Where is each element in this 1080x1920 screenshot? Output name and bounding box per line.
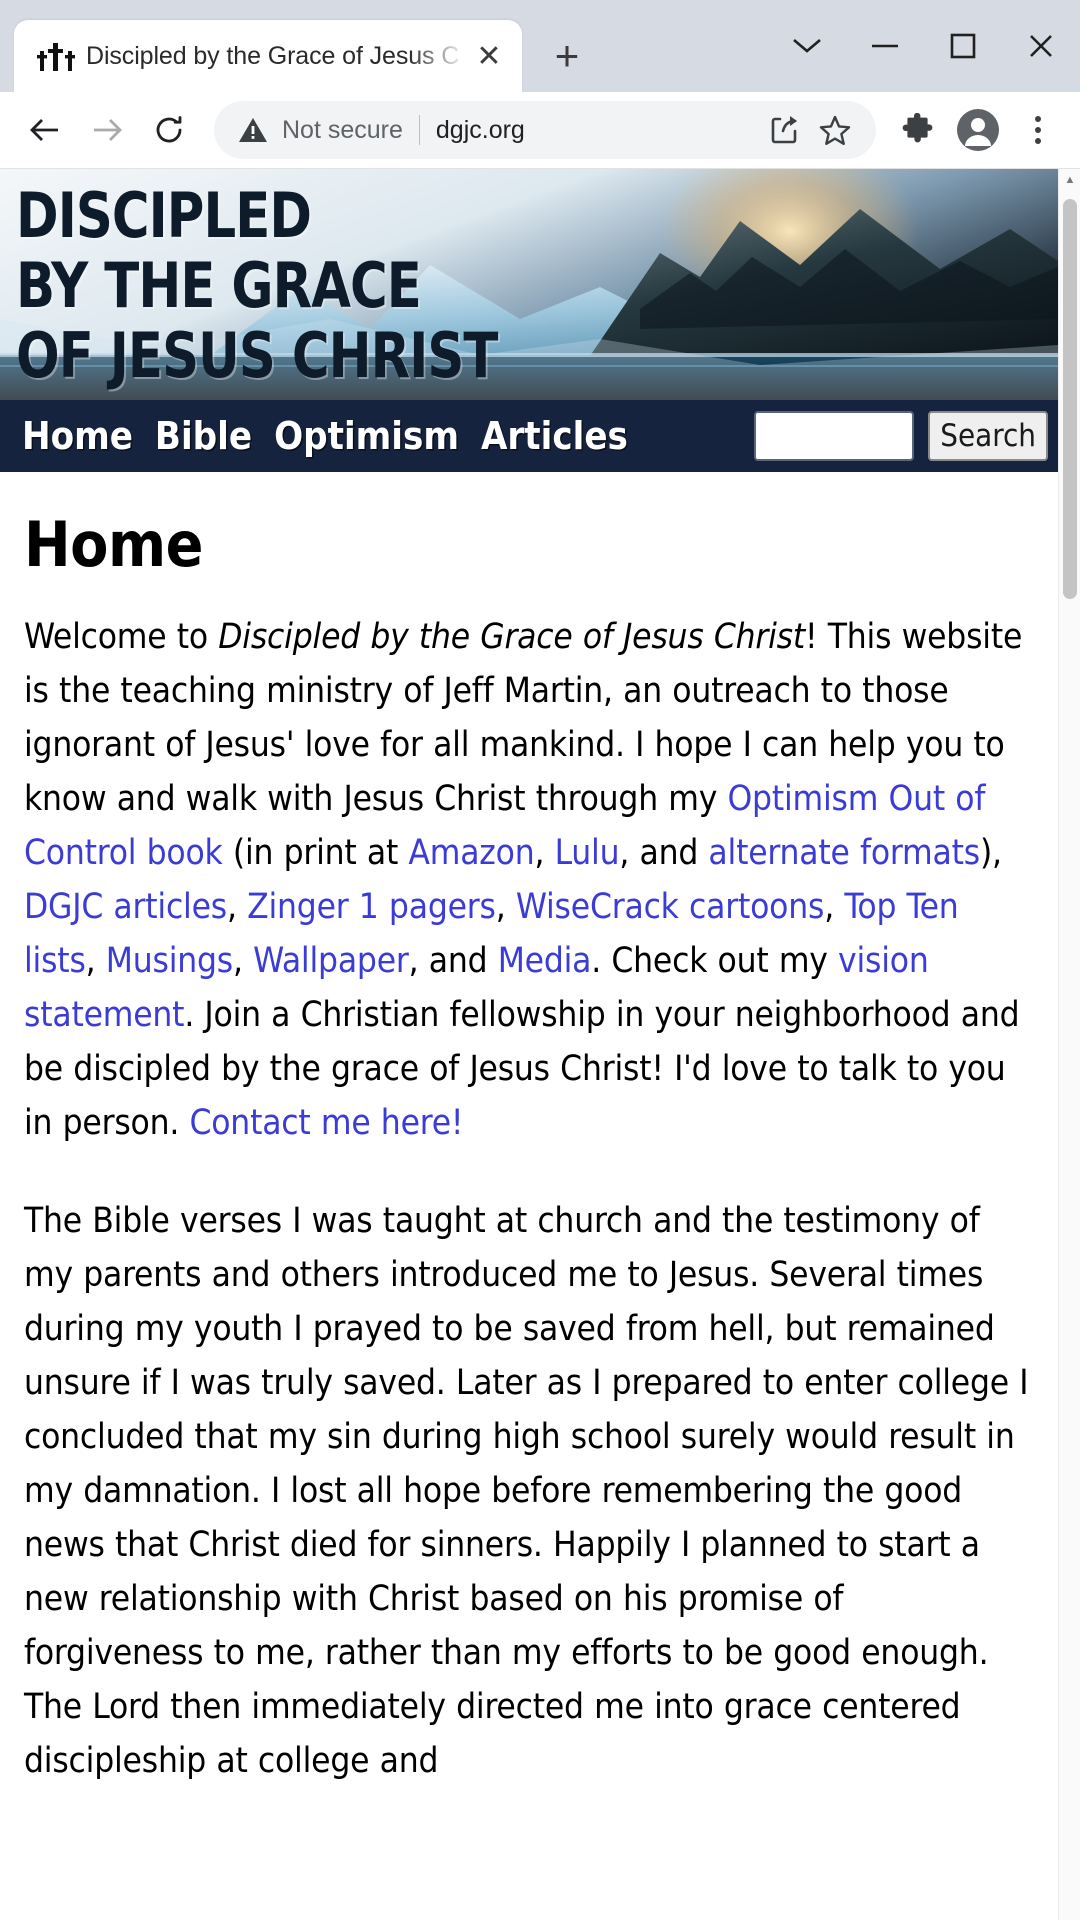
intro-text-10: ,	[85, 941, 106, 981]
intro-paragraph: Welcome to Discipled by the Grace of Jes…	[24, 610, 1032, 1150]
security-status-text: Not secure	[282, 115, 403, 144]
tab-strip: Discipled by the Grace of Jesus C ✕ +	[0, 0, 1080, 92]
link-alternate-formats[interactable]: alternate formats	[708, 833, 980, 873]
intro-text-4: ,	[534, 833, 555, 873]
minimize-icon[interactable]	[846, 0, 924, 92]
banner-line-2: BY THE GRACE	[16, 249, 422, 322]
scroll-up-arrow[interactable]: ▲	[1059, 169, 1080, 191]
chevron-down-icon[interactable]	[768, 0, 846, 92]
banner-line-1: DISCIPLED	[16, 179, 312, 252]
close-icon[interactable]: ✕	[466, 33, 512, 79]
page-viewport: DISCIPLED BY THE GRACE OF JESUS CHRIST H…	[0, 169, 1080, 1920]
intro-text-1: Welcome to	[24, 617, 219, 657]
window-controls	[768, 0, 1080, 92]
back-icon[interactable]	[14, 99, 76, 161]
intro-text-12: , and	[408, 941, 498, 981]
link-media[interactable]: Media	[498, 941, 592, 981]
address-bar[interactable]: Not secure dgjc.org	[214, 101, 876, 159]
intro-text-8: ,	[495, 887, 516, 927]
page-title: Home	[24, 508, 203, 581]
site-navigation: Home Bible Optimism Articles Search	[0, 400, 1058, 472]
intro-text-13: . Check out my	[591, 941, 839, 981]
intro-text-11: ,	[233, 941, 254, 981]
close-window-icon[interactable]	[1002, 0, 1080, 92]
not-secure-warning-icon	[238, 116, 268, 144]
three-crosses-favicon	[36, 36, 76, 76]
maximize-icon[interactable]	[924, 0, 1002, 92]
site-title-italic: Discipled by the Grace of Jesus Christ	[218, 617, 806, 657]
page-content: Home Welcome to Discipled by the Grace o…	[0, 472, 1058, 1788]
browser-window: Discipled by the Grace of Jesus C ✕ + No…	[0, 0, 1080, 1920]
nav-links: Home Bible Optimism Articles	[22, 414, 628, 458]
tab-title: Discipled by the Grace of Jesus C	[86, 41, 460, 70]
nav-item-bible[interactable]: Bible	[155, 414, 252, 458]
scrollbar-thumb[interactable]	[1063, 199, 1077, 599]
intro-text-9: ,	[824, 887, 845, 927]
intro-text-5: , and	[619, 833, 709, 873]
search-button[interactable]: Search	[928, 411, 1048, 461]
intro-text-3: (in print at	[222, 833, 409, 873]
puzzle-piece-icon[interactable]	[890, 102, 946, 158]
reload-icon[interactable]	[138, 99, 200, 161]
url-text[interactable]: dgjc.org	[436, 116, 760, 145]
link-wallpaper[interactable]: Wallpaper	[253, 941, 409, 981]
new-tab-button[interactable]: +	[538, 27, 596, 85]
link-wisecrack-cartoons[interactable]: WiseCrack cartoons	[516, 887, 825, 927]
testimony-paragraph: The Bible verses I was taught at church …	[24, 1201, 1029, 1781]
nav-item-home[interactable]: Home	[22, 414, 133, 458]
link-dgjc-articles[interactable]: DGJC articles	[24, 887, 227, 927]
site-banner: DISCIPLED BY THE GRACE OF JESUS CHRIST	[0, 169, 1058, 400]
link-zinger-pagers[interactable]: Zinger 1 pagers	[247, 887, 496, 927]
link-contact-me[interactable]: Contact me here!	[189, 1103, 463, 1143]
intro-text-6: ),	[979, 833, 1002, 873]
browser-toolbar: Not secure dgjc.org	[0, 92, 1080, 169]
omnibox-divider	[418, 115, 420, 145]
link-musings[interactable]: Musings	[106, 941, 233, 981]
web-page: DISCIPLED BY THE GRACE OF JESUS CHRIST H…	[0, 169, 1058, 1920]
page-scrollbar[interactable]: ▲	[1058, 169, 1080, 1920]
browser-tab[interactable]: Discipled by the Grace of Jesus C ✕	[14, 20, 522, 92]
link-lulu[interactable]: Lulu	[555, 833, 620, 873]
banner-line-3: OF JESUS CHRIST	[16, 319, 498, 392]
forward-icon[interactable]	[76, 99, 138, 161]
nav-item-optimism[interactable]: Optimism	[274, 414, 459, 458]
share-icon[interactable]	[760, 105, 810, 155]
search-input[interactable]	[754, 411, 915, 461]
banner-headline: DISCIPLED BY THE GRACE OF JESUS CHRIST	[16, 179, 498, 392]
three-dot-menu-icon[interactable]	[1010, 102, 1066, 158]
star-icon[interactable]	[810, 105, 860, 155]
account-avatar-icon[interactable]	[950, 102, 1006, 158]
intro-text-7: ,	[227, 887, 248, 927]
nav-item-articles[interactable]: Articles	[481, 414, 628, 458]
link-amazon[interactable]: Amazon	[408, 833, 534, 873]
